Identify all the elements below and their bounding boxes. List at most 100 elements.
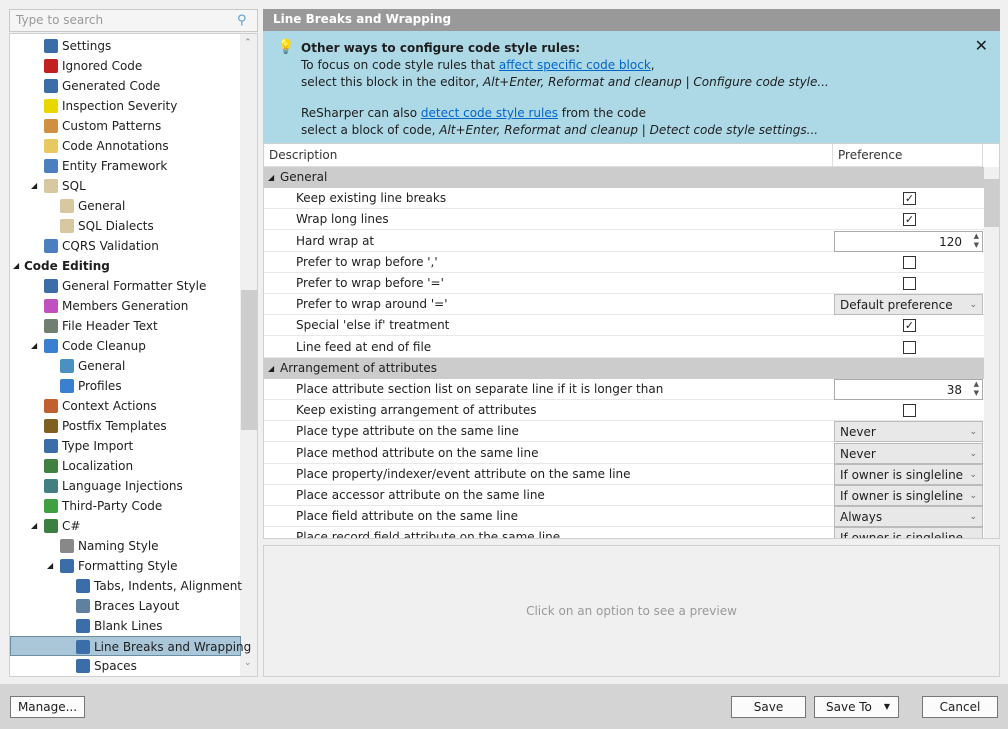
group-row[interactable]: ◢General <box>264 167 984 188</box>
tree-item-label: General <box>78 199 125 213</box>
option-checkbox[interactable] <box>903 341 916 354</box>
tree-item[interactable]: Settings <box>44 36 111 56</box>
option-checkbox[interactable]: ✓ <box>903 319 916 332</box>
affect-code-block-link[interactable]: affect specific code block <box>499 58 651 72</box>
search-input[interactable]: Type to search⚲ <box>9 9 258 32</box>
option-checkbox[interactable] <box>903 404 916 417</box>
group-row[interactable]: ◢Arrangement of attributes <box>264 358 984 379</box>
tree-item[interactable]: General Formatter Style <box>44 276 206 296</box>
option-row[interactable]: Place type attribute on the same lineNev… <box>264 421 984 442</box>
option-checkbox[interactable]: ✓ <box>903 213 916 226</box>
column-header-preference[interactable]: Preference <box>833 144 983 167</box>
option-label: Prefer to wrap before ',' <box>296 252 438 273</box>
tree-item[interactable]: Postfix Templates <box>44 416 167 436</box>
expand-arrow-icon[interactable]: ◢ <box>31 516 37 536</box>
tree-item[interactable]: Type Import <box>44 436 133 456</box>
option-checkbox[interactable] <box>903 256 916 269</box>
grid-scrollbar[interactable] <box>984 167 1000 539</box>
tree-item[interactable]: Localization <box>44 456 133 476</box>
option-dropdown[interactable]: Never⌄ <box>834 421 983 442</box>
tree-item[interactable]: Third-Party Code <box>44 496 162 516</box>
option-number-input[interactable]: 38▲▼ <box>834 379 983 400</box>
tree-item[interactable]: Generated Code <box>44 76 160 96</box>
tree-item[interactable]: ◢Formatting Style <box>60 556 178 576</box>
tree-item[interactable]: ◢Code Editing <box>24 256 110 276</box>
tree-item[interactable]: General <box>60 356 125 376</box>
tree-item[interactable]: ◢SQL <box>44 176 86 196</box>
tree-item-label: Naming Style <box>78 539 159 553</box>
option-row[interactable]: Line feed at end of file <box>264 337 984 358</box>
option-dropdown[interactable]: If owner is singleline⌄ <box>834 485 983 506</box>
dropdown-arrow-icon[interactable]: ▼ <box>884 697 890 717</box>
scroll-down-icon[interactable]: ⌄ <box>244 658 252 668</box>
tree-item[interactable]: Context Actions <box>44 396 157 416</box>
tree-item[interactable]: Braces Layout <box>76 596 179 616</box>
tree-item[interactable]: Code Annotations <box>44 136 169 156</box>
tree-item[interactable]: Blank Lines <box>76 616 163 636</box>
tree-item[interactable]: General <box>60 196 125 216</box>
tree-item[interactable]: File Header Text <box>44 316 158 336</box>
option-row[interactable]: Place field attribute on the same lineAl… <box>264 506 984 527</box>
collapse-arrow-icon[interactable]: ◢ <box>268 167 274 188</box>
tree-item[interactable]: Custom Patterns <box>44 116 161 136</box>
option-row[interactable]: Place property/indexer/event attribute o… <box>264 464 984 485</box>
tree-item[interactable]: Line Breaks and Wrapping <box>10 636 241 656</box>
scroll-up-icon[interactable]: ⌃ <box>244 38 252 48</box>
option-row[interactable]: Place record field attribute on the same… <box>264 527 984 539</box>
option-row[interactable]: Keep existing line breaks✓ <box>264 188 984 209</box>
expand-arrow-icon[interactable]: ◢ <box>13 256 19 276</box>
tree-item[interactable]: Entity Framework <box>44 156 167 176</box>
close-icon[interactable]: ✕ <box>975 37 988 54</box>
option-label: Place method attribute on the same line <box>296 443 538 464</box>
tree-item-label: Settings <box>62 39 111 53</box>
expand-arrow-icon[interactable]: ◢ <box>47 556 53 576</box>
tree-item[interactable]: Inspection Severity <box>44 96 177 116</box>
option-dropdown[interactable]: Never⌄ <box>834 443 983 464</box>
option-row[interactable]: Place attribute section list on separate… <box>264 379 984 400</box>
save-to-button[interactable]: Save To▼ <box>814 696 899 718</box>
option-row[interactable]: Place method attribute on the same line N… <box>264 443 984 464</box>
tree-item[interactable]: Naming Style <box>60 536 159 556</box>
option-number-input[interactable]: 120▲▼ <box>834 231 983 252</box>
tree-scroll-thumb[interactable] <box>241 290 257 430</box>
option-row[interactable]: Place accessor attribute on the same lin… <box>264 485 984 506</box>
tree-item[interactable]: CQRS Validation <box>44 236 159 256</box>
collapse-arrow-icon[interactable]: ◢ <box>268 358 274 379</box>
spinner-icon[interactable]: ▲▼ <box>974 380 979 398</box>
option-checkbox[interactable]: ✓ <box>903 192 916 205</box>
tree-item[interactable]: ◢Code Cleanup <box>44 336 146 356</box>
grid-scroll-thumb[interactable] <box>984 179 1000 227</box>
option-dropdown[interactable]: If owner is singleline⌄ <box>834 527 983 539</box>
tree-item-label: Code Annotations <box>62 139 169 153</box>
option-row[interactable]: Prefer to wrap before ',' <box>264 252 984 273</box>
option-dropdown[interactable]: Always⌄ <box>834 506 983 527</box>
option-row[interactable]: Hard wrap at120▲▼ <box>264 231 984 252</box>
option-row[interactable]: Prefer to wrap around '='Default prefere… <box>264 294 984 315</box>
option-row[interactable]: Special 'else if' treatment✓ <box>264 315 984 336</box>
tree-item[interactable]: Ignored Code <box>44 56 142 76</box>
tree-item[interactable]: ◢C# <box>44 516 80 536</box>
search-icon[interactable]: ⚲ <box>237 13 253 27</box>
detect-code-style-link[interactable]: detect code style rules <box>421 106 558 120</box>
option-row[interactable]: Keep existing arrangement of attributes <box>264 400 984 421</box>
tree-item[interactable]: Members Generation <box>44 296 188 316</box>
spinner-icon[interactable]: ▲▼ <box>974 232 979 250</box>
manage-button[interactable]: Manage... <box>10 696 85 718</box>
lightbulb-icon: 💡 <box>277 39 294 56</box>
option-row[interactable]: Wrap long lines✓ <box>264 209 984 230</box>
expand-arrow-icon[interactable]: ◢ <box>31 176 37 196</box>
option-checkbox[interactable] <box>903 277 916 290</box>
tree-item[interactable]: Language Injections <box>44 476 183 496</box>
option-row[interactable]: Prefer to wrap before '=' <box>264 273 984 294</box>
tree-item[interactable]: Spaces <box>76 656 137 676</box>
tree-item[interactable]: Tabs, Indents, Alignment <box>76 576 242 596</box>
expand-arrow-icon[interactable]: ◢ <box>31 336 37 356</box>
column-header-description[interactable]: Description <box>264 144 833 167</box>
tree-item[interactable]: Profiles <box>60 376 122 396</box>
tree-item[interactable]: SQL Dialects <box>60 216 154 236</box>
save-button[interactable]: Save <box>731 696 806 718</box>
dropdown-value: Never <box>840 447 876 461</box>
cancel-button[interactable]: Cancel <box>922 696 998 718</box>
option-dropdown[interactable]: Default preference⌄ <box>834 294 983 315</box>
option-dropdown[interactable]: If owner is singleline⌄ <box>834 464 983 485</box>
